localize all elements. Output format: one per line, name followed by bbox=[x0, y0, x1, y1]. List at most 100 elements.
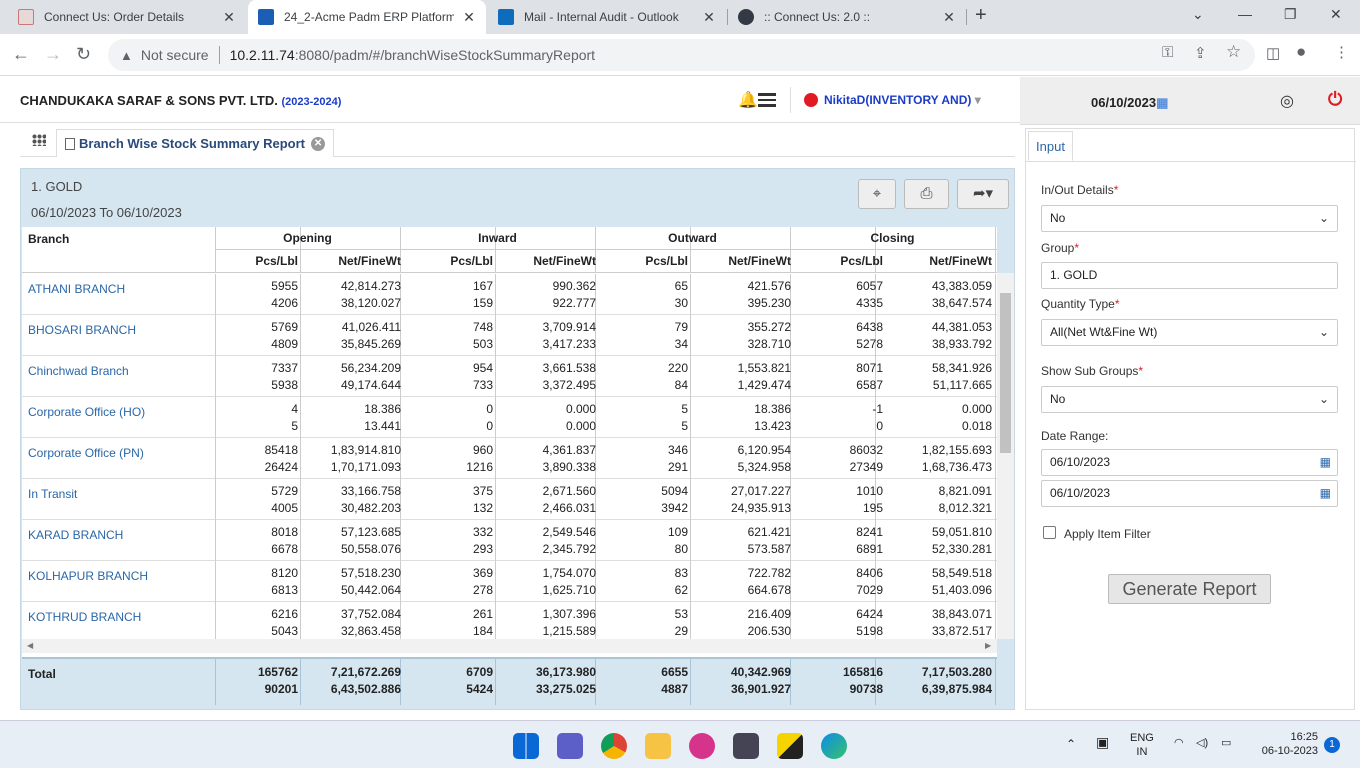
cell-value: 38,647.574 bbox=[931, 296, 992, 310]
teams-icon[interactable] bbox=[557, 733, 583, 759]
cell-value: 3,372.495 bbox=[542, 378, 596, 392]
qty-type-select[interactable]: All(Net Wt&Fine Wt) ⌄ bbox=[1041, 319, 1338, 346]
profile-icon[interactable]: ● bbox=[1296, 42, 1306, 62]
minimize-icon[interactable]: — bbox=[1238, 6, 1252, 22]
close-tab-icon[interactable]: ✕ bbox=[702, 9, 716, 26]
report-tab[interactable]: Branch Wise Stock Summary Report ✕ bbox=[56, 129, 335, 157]
branch-link[interactable]: Corporate Office (HO) bbox=[28, 405, 145, 419]
column-divider bbox=[215, 356, 216, 397]
branch-link[interactable]: Chinchwad Branch bbox=[28, 364, 129, 378]
scroll-thumb[interactable] bbox=[1000, 293, 1011, 453]
power-icon[interactable]: ⏻ bbox=[1328, 89, 1342, 110]
cell-value: 30,482.203 bbox=[340, 501, 401, 515]
generate-report-button[interactable]: Generate Report bbox=[1108, 574, 1271, 604]
wps-icon[interactable] bbox=[689, 733, 715, 759]
table-row[interactable]: KARAD BRANCH 8018 6678 57,123.685 50,558.076… bbox=[22, 520, 997, 561]
calendar-icon[interactable]: ▦ bbox=[1320, 450, 1331, 475]
column-divider bbox=[300, 561, 301, 602]
table-row[interactable]: Corporate Office (HO) 4 5 18.386 13.441 0 0 0.0… bbox=[22, 397, 997, 438]
table-row[interactable]: KOLHAPUR BRANCH 8120 6813 57,518.230 50,442.… bbox=[22, 561, 997, 602]
browser-tab-1[interactable]: 24_2-Acme Padm ERP Platform ✕ bbox=[248, 0, 486, 34]
cell-value: 24,935.913 bbox=[730, 501, 791, 515]
apply-filter-checkbox[interactable] bbox=[1043, 526, 1056, 539]
user-menu[interactable]: NikitaD(INVENTORY AND) ▾ bbox=[824, 93, 981, 107]
volume-icon[interactable]: ◁) bbox=[1196, 736, 1208, 750]
table-row[interactable]: ATHANI BRANCH 5955 4206 42,814.273 38,120.02… bbox=[22, 274, 997, 315]
daterange-label: Date Range: bbox=[1041, 429, 1109, 443]
cell-value: 1,754.070 bbox=[542, 566, 596, 580]
chrome-icon[interactable] bbox=[601, 733, 627, 759]
subgroups-select[interactable]: No ⌄ bbox=[1041, 386, 1338, 413]
browser-tab-3[interactable]: :: Connect Us: 2.0 :: ✕ bbox=[728, 0, 966, 34]
reload-icon[interactable]: ↻ bbox=[76, 44, 91, 65]
sidepanel-icon[interactable]: ◫ bbox=[1266, 44, 1280, 62]
close-tab-icon[interactable]: ✕ bbox=[462, 9, 476, 26]
eye-slash-icon[interactable]: ◎ bbox=[1280, 91, 1294, 111]
menu-icon[interactable]: ⋮ bbox=[1334, 43, 1349, 61]
branch-link[interactable]: BHOSARI BRANCH bbox=[28, 323, 136, 337]
cell-value: 62 bbox=[674, 583, 688, 597]
tray-app-icon[interactable]: ▣ bbox=[1096, 735, 1109, 749]
branch-link[interactable]: KARAD BRANCH bbox=[28, 528, 123, 542]
sticky-notes-icon[interactable] bbox=[777, 733, 803, 759]
branch-link[interactable]: KOLHAPUR BRANCH bbox=[28, 569, 148, 583]
branch-link[interactable]: KOTHRUD BRANCH bbox=[28, 610, 141, 624]
table-row[interactable]: Corporate Office (PN) 85418 26424 1,83,914.… bbox=[22, 438, 997, 479]
branch-link[interactable]: Corporate Office (PN) bbox=[28, 446, 144, 460]
date-to-field[interactable]: 06/10/2023 ▦ bbox=[1041, 480, 1338, 507]
vertical-scrollbar[interactable] bbox=[997, 273, 1014, 639]
address-bar[interactable]: ▲ Not secure 10.2.11.74:8080/padm/#/bran… bbox=[108, 39, 1255, 71]
cell-value: 5 bbox=[681, 419, 688, 433]
cell-value: 8018 bbox=[271, 525, 298, 539]
new-tab-button[interactable]: + bbox=[975, 4, 987, 27]
location-button[interactable]: ⌖ bbox=[858, 179, 896, 209]
column-divider bbox=[995, 315, 996, 356]
forward-icon[interactable]: → bbox=[44, 44, 62, 65]
close-window-icon[interactable]: ✕ bbox=[1330, 6, 1342, 23]
inout-select[interactable]: No ⌄ bbox=[1041, 205, 1338, 232]
chevron-up-icon[interactable]: ⌃ bbox=[1066, 737, 1076, 751]
branch-link[interactable]: In Transit bbox=[28, 487, 77, 501]
table-row[interactable]: Chinchwad Branch 7337 5938 56,234.209 49,174… bbox=[22, 356, 997, 397]
battery-icon[interactable]: ▭ bbox=[1221, 736, 1231, 750]
tab-input[interactable]: Input bbox=[1028, 131, 1073, 161]
windows-start-icon[interactable] bbox=[513, 733, 539, 759]
key-icon[interactable]: ⚿ bbox=[1162, 44, 1173, 61]
bookmark-star-icon[interactable]: ☆ bbox=[1226, 42, 1241, 62]
camera-app-icon[interactable] bbox=[733, 733, 759, 759]
table-row[interactable]: KOTHRUD BRANCH 6216 5043 37,752.084 32,863.4… bbox=[22, 602, 997, 640]
branch-link[interactable]: ATHANI BRANCH bbox=[28, 282, 125, 296]
back-icon[interactable]: ← bbox=[12, 44, 30, 65]
bell-icon[interactable]: 🔔 bbox=[738, 90, 758, 110]
clock[interactable]: 16:25 06-10-2023 bbox=[1262, 730, 1318, 758]
group-field[interactable]: 1. GOLD bbox=[1041, 262, 1338, 289]
browser-tab-0[interactable]: Connect Us: Order Details ✕ bbox=[8, 0, 246, 34]
grid-menu-icon[interactable] bbox=[32, 134, 46, 146]
close-report-tab-icon[interactable]: ✕ bbox=[311, 136, 326, 151]
share-button[interactable]: ➦▾ bbox=[957, 179, 1009, 209]
edge-icon[interactable] bbox=[821, 733, 847, 759]
news-icon[interactable] bbox=[758, 93, 776, 107]
cell-value: 35,845.269 bbox=[340, 337, 401, 351]
share-icon[interactable]: ⇪ bbox=[1194, 44, 1207, 62]
language-indicator[interactable]: ENG IN bbox=[1130, 731, 1154, 759]
wifi-icon[interactable]: ◠ bbox=[1174, 736, 1184, 750]
header-date[interactable]: 06/10/2023▦ bbox=[1091, 95, 1168, 111]
close-tab-icon[interactable]: ✕ bbox=[942, 9, 956, 26]
cell-value: 3942 bbox=[661, 501, 688, 515]
file-explorer-icon[interactable] bbox=[645, 733, 671, 759]
notification-badge[interactable]: 1 bbox=[1324, 737, 1340, 753]
horizontal-scrollbar[interactable]: ◀ ▶ bbox=[22, 639, 997, 653]
scroll-right-icon[interactable]: ▶ bbox=[985, 641, 991, 650]
close-tab-icon[interactable]: ✕ bbox=[222, 9, 236, 26]
calendar-icon[interactable]: ▦ bbox=[1320, 481, 1331, 506]
date-from-field[interactable]: 06/10/2023 ▦ bbox=[1041, 449, 1338, 476]
cell-value: 0 bbox=[486, 419, 493, 433]
print-button[interactable]: ⎙ bbox=[904, 179, 949, 209]
table-row[interactable]: In Transit 5729 4005 33,166.758 30,482.203 37… bbox=[22, 479, 997, 520]
browser-tab-2[interactable]: Mail - Internal Audit - Outlook ✕ bbox=[488, 0, 726, 34]
maximize-icon[interactable]: ❐ bbox=[1284, 6, 1297, 23]
tab-search-icon[interactable]: ⌄ bbox=[1192, 6, 1204, 23]
scroll-left-icon[interactable]: ◀ bbox=[27, 641, 33, 650]
table-row[interactable]: BHOSARI BRANCH 5769 4809 41,026.411 35,845.2… bbox=[22, 315, 997, 356]
